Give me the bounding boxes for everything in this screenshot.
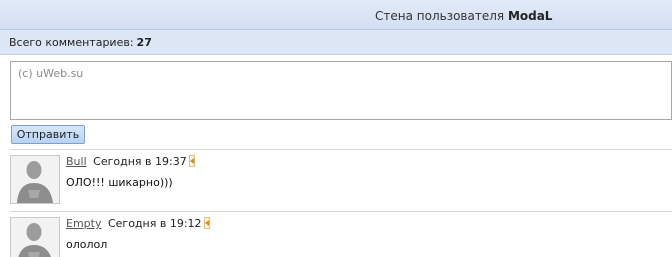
wall-header: Стена пользователя ModaL	[0, 0, 672, 30]
comments-count-value: 27	[136, 36, 152, 49]
submit-button[interactable]: Отправить	[11, 125, 85, 144]
avatar[interactable]	[10, 217, 60, 257]
comment-meta: Empty Сегодня в 19:12	[66, 217, 210, 230]
reply-arrow-icon[interactable]	[203, 217, 210, 229]
comment-time: Сегодня в 19:12	[107, 217, 202, 230]
comment-author-link[interactable]: Empty	[66, 217, 101, 230]
comment-text: ололол	[66, 238, 108, 251]
user-silhouette-icon	[11, 218, 59, 257]
username: ModaL	[507, 9, 553, 23]
page-title: Стена пользователя ModaL	[375, 9, 552, 23]
comments-count-text: Всего комментариев:	[9, 36, 134, 49]
list-item: Empty Сегодня в 19:12 ололол	[10, 217, 672, 257]
avatar[interactable]	[10, 155, 60, 204]
comment-time: Сегодня в 19:37	[93, 155, 187, 168]
divider	[10, 211, 672, 212]
user-silhouette-icon	[11, 156, 59, 203]
reply-arrow-icon[interactable]	[188, 155, 195, 167]
comment-input[interactable]	[10, 61, 672, 120]
comment-author-link[interactable]: Bull	[66, 155, 87, 168]
list-item: Bull Сегодня в 19:37 ОЛО!!! шикарно)))	[10, 155, 672, 205]
comment-meta: Bull Сегодня в 19:37	[66, 155, 195, 168]
comments-stats-bar: Всего комментариев: 27	[0, 30, 672, 55]
comment-text: ОЛО!!! шикарно)))	[66, 176, 173, 189]
comments-count-label: Всего комментариев: 27	[9, 36, 152, 49]
divider	[10, 149, 672, 150]
title-prefix: Стена пользователя	[375, 9, 505, 23]
